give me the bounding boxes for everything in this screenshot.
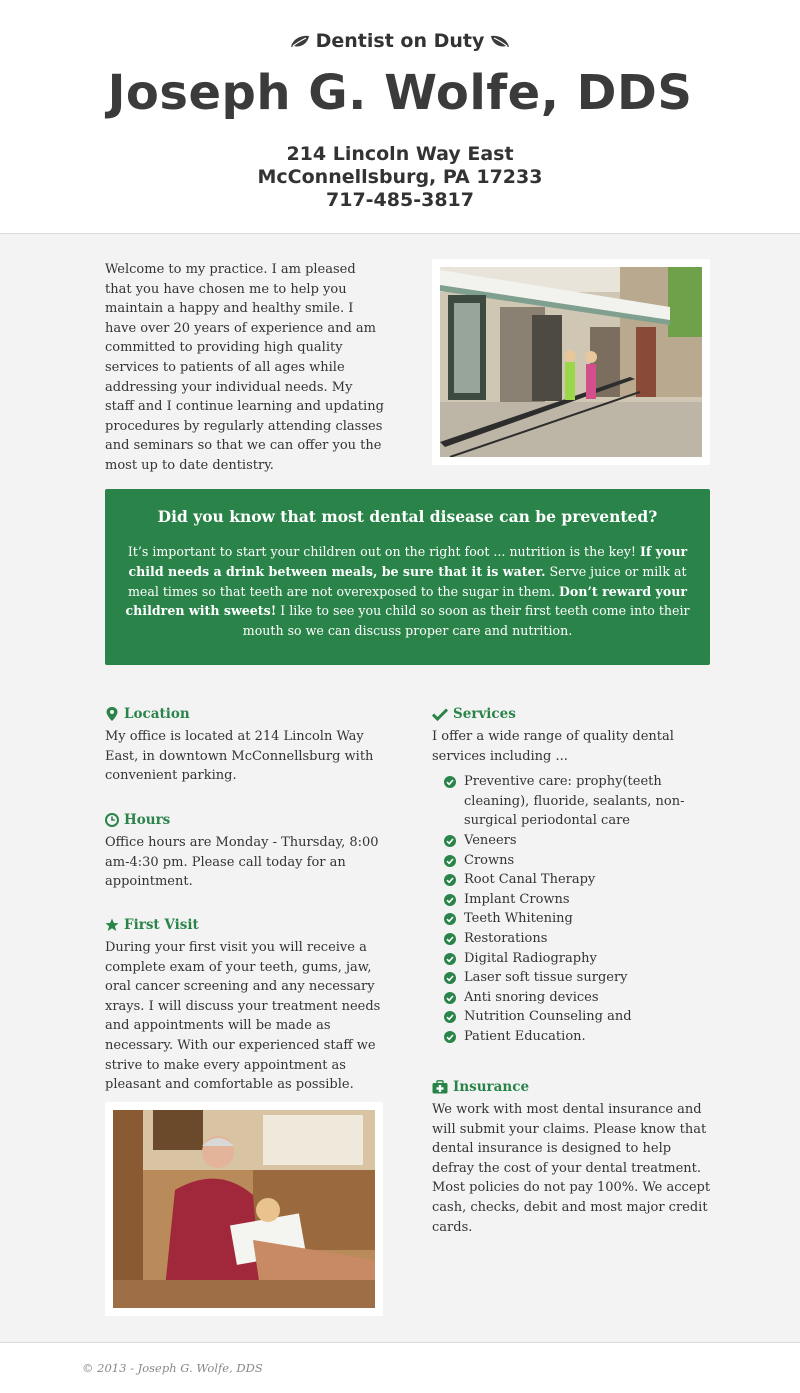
location-section: Location My office is located at 214 Lin… <box>105 704 385 786</box>
phone-number[interactable]: 717-485-3817 <box>0 189 800 212</box>
contact-block: 214 Lincoln Way East McConnellsburg, PA … <box>0 143 800 212</box>
location-text: My office is located at 214 Lincoln Way … <box>105 729 374 784</box>
first-visit-section: First Visit During your first visit you … <box>105 915 385 1095</box>
tagline: Dentist on Duty <box>0 0 800 55</box>
practice-name: Joseph G. Wolfe, DDS <box>107 65 693 121</box>
service-label: Veneers <box>464 832 517 848</box>
address-line-2: McConnellsburg, PA 17233 <box>257 166 543 188</box>
check-circle-icon <box>444 893 456 906</box>
service-list-item: Anti snoring devices <box>444 988 712 1008</box>
service-list-item: Preventive care: prophy(teeth cleaning),… <box>444 772 712 831</box>
location-title: Location <box>124 706 190 722</box>
insurance-heading: Insurance <box>432 1077 712 1097</box>
services-section: Services I offer a wide range of quality… <box>432 704 712 1047</box>
service-label: Anti snoring devices <box>464 989 599 1005</box>
site-footer: © 2013 - Joseph G. Wolfe, DDS <box>0 1342 800 1393</box>
dentist-photo <box>105 1102 383 1316</box>
callout-heading: Did you know that most dental disease ca… <box>157 507 658 526</box>
prevention-callout: Did you know that most dental disease ca… <box>105 489 710 665</box>
address-line-1: 214 Lincoln Way East <box>286 143 514 165</box>
callout-text: It’s important to start your children ou… <box>125 542 690 641</box>
hours-text: Office hours are Monday - Thursday, 8:00… <box>105 835 379 890</box>
hours-heading: Hours <box>105 810 385 830</box>
star-icon <box>105 918 119 931</box>
service-list-item: Crowns <box>444 851 712 871</box>
check-circle-icon <box>444 932 456 945</box>
check-circle-icon <box>444 972 456 985</box>
service-label: Restorations <box>464 930 548 946</box>
service-label: Preventive care: prophy(teeth cleaning),… <box>464 774 685 829</box>
service-list-item: Teeth Whitening <box>444 909 712 929</box>
office-exterior-image <box>440 267 702 458</box>
service-label: Crowns <box>464 852 515 868</box>
medkit-icon <box>432 1080 448 1094</box>
first-visit-title: First Visit <box>124 917 199 933</box>
first-visit-text: During your first visit you will receive… <box>105 940 381 1093</box>
service-list-item: Root Canal Therapy <box>444 870 712 890</box>
check-circle-icon <box>444 991 456 1004</box>
callout-text-part: It’s important to start your children ou… <box>127 544 640 559</box>
welcome-text: Welcome to my practice. I am pleased tha… <box>105 262 384 473</box>
site-header: Dentist on Duty Joseph G. Wolfe, DDS 214… <box>0 0 800 234</box>
callout-text-part: I like to see you child so soon as their… <box>242 603 690 639</box>
service-list-item: Laser soft tissue surgery <box>444 968 712 988</box>
service-label: Root Canal Therapy <box>464 872 596 888</box>
map-marker-icon <box>106 707 118 721</box>
service-label: Teeth Whitening <box>464 911 573 927</box>
service-list-item: Veneers <box>444 831 712 851</box>
hours-section: Hours Office hours are Monday - Thursday… <box>105 810 385 892</box>
leaf-icon <box>290 35 309 47</box>
tagline-text: Dentist on Duty <box>315 30 485 52</box>
location-heading: Location <box>105 704 385 724</box>
main-content: Welcome to my practice. I am pleased tha… <box>0 234 800 1342</box>
service-list-item: Implant Crowns <box>444 890 712 910</box>
check-circle-icon <box>444 1030 456 1043</box>
hours-title: Hours <box>124 812 171 828</box>
first-visit-heading: First Visit <box>105 915 385 935</box>
office-photo <box>432 259 710 465</box>
service-label: Patient Education. <box>464 1028 586 1044</box>
service-label: Digital Radiography <box>464 950 597 966</box>
copyright-text: © 2013 - Joseph G. Wolfe, DDS <box>82 1361 263 1375</box>
services-list: Preventive care: prophy(teeth cleaning),… <box>432 772 712 1046</box>
check-circle-icon <box>444 874 456 887</box>
services-title: Services <box>453 706 516 722</box>
dentist-with-patient-image <box>113 1110 375 1308</box>
insurance-title: Insurance <box>453 1079 530 1095</box>
service-label: Implant Crowns <box>464 891 570 907</box>
service-list-item: Restorations <box>444 929 712 949</box>
check-circle-icon <box>444 834 456 847</box>
check-circle-icon <box>444 1011 456 1024</box>
service-list-item: Patient Education. <box>444 1027 712 1047</box>
check-icon <box>432 708 448 721</box>
clock-icon <box>105 813 119 827</box>
service-label: Nutrition Counseling and <box>464 1009 632 1025</box>
check-circle-icon <box>444 776 456 789</box>
check-circle-icon <box>444 952 456 965</box>
insurance-section: Insurance We work with most dental insur… <box>432 1077 712 1237</box>
services-heading: Services <box>432 704 712 724</box>
service-list-item: Digital Radiography <box>444 949 712 969</box>
service-list-item: Nutrition Counseling and <box>444 1007 712 1027</box>
service-label: Laser soft tissue surgery <box>464 970 628 986</box>
check-circle-icon <box>444 854 456 867</box>
leaf-icon <box>491 35 510 47</box>
services-intro: I offer a wide range of quality dental s… <box>432 729 674 764</box>
check-circle-icon <box>444 913 456 926</box>
insurance-text: We work with most dental insurance and w… <box>432 1102 711 1235</box>
